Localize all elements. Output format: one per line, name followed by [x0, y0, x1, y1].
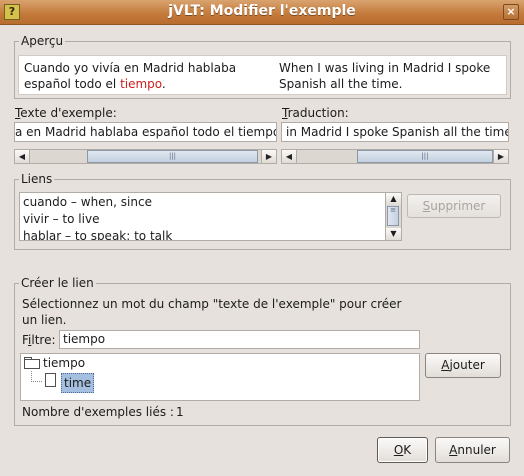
scroll-left-icon[interactable]: ◀: [15, 150, 30, 163]
scroll-right-icon[interactable]: ▶: [261, 150, 276, 163]
list-item[interactable]: cuando – when, since: [23, 195, 152, 209]
list-item[interactable]: vivir – to live: [23, 212, 99, 226]
traduction-field[interactable]: in Madrid I spoke Spanish all the time.: [281, 122, 509, 142]
creer-instruction: Sélectionnez un mot du champ "texte de l…: [22, 297, 402, 327]
scroll-thumb[interactable]: ≡: [387, 206, 399, 226]
scroll-right-icon[interactable]: ▶: [493, 150, 508, 163]
title-bar[interactable]: ? jVLT: Modifier l'exemple ×: [0, 0, 524, 25]
texte-label: Texte d'exemple:: [15, 106, 117, 120]
liens-legend: Liens: [21, 172, 53, 186]
list-item[interactable]: hablar – to speak; to talk: [23, 229, 172, 240]
scroll-thumb[interactable]: |||: [87, 150, 258, 163]
scroll-thumb[interactable]: |||: [357, 150, 493, 163]
count-value: 1: [176, 405, 184, 419]
scroll-down-icon[interactable]: ▼: [386, 228, 401, 240]
tree-connector: [31, 371, 42, 382]
creer-lien-legend: Créer le lien: [21, 276, 94, 290]
supprimer-button[interactable]: Supprimer: [407, 194, 501, 218]
annuler-button[interactable]: Annuler: [435, 437, 510, 463]
lien-tree[interactable]: tiempo time: [20, 353, 420, 401]
apercu-preview: Cuando yo vivía en Madrid hablaba españo…: [18, 55, 507, 95]
filtre-value: tiempo: [63, 332, 106, 346]
tree-root-label[interactable]: tiempo: [43, 356, 85, 370]
document-icon: [45, 373, 56, 387]
preview-spanish: Cuando yo vivía en Madrid hablaba españo…: [24, 61, 237, 91]
apercu-legend: Aperçu: [21, 34, 64, 48]
ajouter-button[interactable]: Ajouter: [425, 353, 501, 378]
ok-button[interactable]: OK: [377, 437, 428, 463]
traduction-hscrollbar[interactable]: ◀ ||| ▶: [281, 149, 509, 164]
tree-child-label[interactable]: time: [61, 373, 95, 393]
liens-vscrollbar[interactable]: ▲ ≡ ▼: [385, 193, 401, 240]
scroll-up-icon[interactable]: ▲: [386, 193, 401, 205]
window-title: jVLT: Modifier l'exemple: [168, 3, 356, 19]
count-label: Nombre d'exemples liés :: [22, 405, 174, 419]
texte-value: a en Madrid hablaba español todo el tiem…: [15, 125, 277, 139]
preview-english: When I was living in Madrid I spoke Span…: [279, 61, 491, 91]
scroll-left-icon[interactable]: ◀: [282, 150, 297, 163]
liens-list[interactable]: cuando – when, since vivir – to live hab…: [19, 192, 402, 241]
filtre-label: Filtre:: [22, 333, 56, 347]
texte-hscrollbar[interactable]: ◀ ||| ▶: [14, 149, 277, 164]
traduction-label: Traduction:: [282, 106, 349, 120]
folder-icon: [24, 357, 40, 369]
highlighted-word: tiempo: [120, 77, 162, 91]
texte-field[interactable]: a en Madrid hablaba español todo el tiem…: [14, 122, 277, 142]
traduction-value: in Madrid I spoke Spanish all the time.: [286, 125, 509, 139]
close-icon[interactable]: ×: [503, 4, 519, 20]
filtre-input[interactable]: tiempo: [59, 330, 420, 349]
